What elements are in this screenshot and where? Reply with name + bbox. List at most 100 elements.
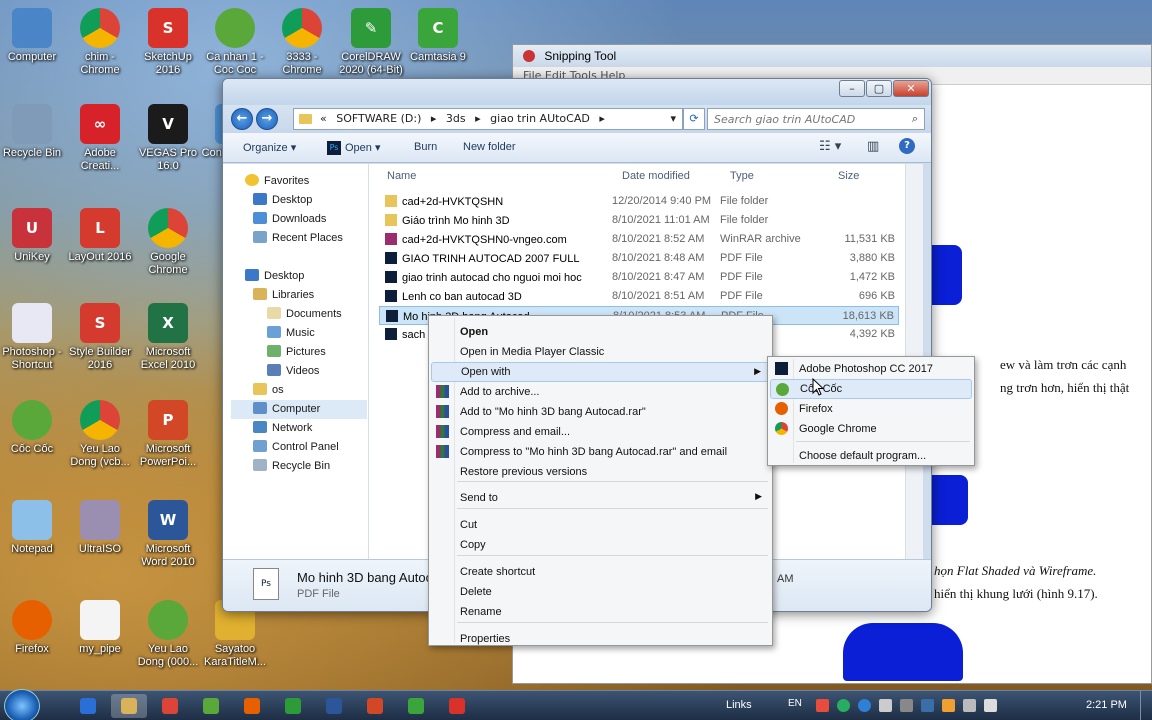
context-menu-item[interactable]: Add to archive... (431, 382, 770, 402)
clock[interactable]: 2:21 PM (1086, 699, 1127, 711)
minimize-button[interactable]: – (839, 80, 865, 97)
nav-control-panel[interactable]: Control Panel (253, 440, 339, 453)
nav-computer[interactable]: Computer (231, 400, 367, 419)
links-toolbar[interactable]: Links (726, 699, 752, 711)
taskbar-app-button[interactable] (398, 694, 434, 718)
desktop-icon-item[interactable]: C Camtasia 9 (404, 8, 472, 64)
search-input[interactable]: Search giao trin AUtoCAD ⌕ (707, 108, 925, 130)
desktop-icon-item[interactable]: Yeu Lao Dong (000... (134, 600, 202, 669)
desktop-icon-item[interactable]: Yeu Lao Dong (vcb... (66, 400, 134, 469)
desktop-icon-item[interactable]: X Microsoft Excel 2010 (134, 303, 202, 372)
view-options-icon[interactable]: ☷ ▾ (819, 139, 841, 154)
tray-app-icon[interactable] (837, 699, 850, 712)
desktop-icon-item[interactable]: chim - Chrome (66, 8, 134, 77)
nav-downloads[interactable]: Downloads (253, 212, 326, 225)
help-icon[interactable]: ? (899, 138, 915, 154)
context-menu-item[interactable]: Open (431, 322, 770, 342)
context-menu-item[interactable]: Open with ▶ (431, 362, 770, 382)
file-row[interactable]: cad+2d-HVKTQSHN0-vngeo.com 8/10/2021 8:52… (379, 230, 899, 249)
back-button[interactable]: ← (231, 108, 253, 130)
chevron-down-icon[interactable]: ▾ (670, 112, 676, 125)
context-menu-item[interactable]: Compress to "Mo hinh 3D bang Autocad.rar… (431, 442, 770, 462)
nav-pictures[interactable]: Pictures (267, 345, 326, 358)
taskbar-app-button[interactable] (234, 694, 270, 718)
desktop-icon-item[interactable]: ∞ Adobe Creati... (66, 104, 134, 173)
open-with-item[interactable]: Adobe Photoshop CC 2017 (770, 359, 972, 379)
column-header-type[interactable]: Type (730, 170, 754, 182)
file-row[interactable]: cad+2d-HVKTQSHN 12/20/2014 9:40 PM File fo… (379, 192, 899, 211)
desktop-icon-item[interactable]: ✎ CorelDRAW 2020 (64-Bit) (337, 8, 405, 77)
open-button[interactable]: Open ▾ (345, 141, 381, 154)
nav-recent-places[interactable]: Recent Places (253, 231, 343, 244)
nav-network[interactable]: Network (253, 421, 312, 434)
tray-app-icon[interactable] (879, 699, 892, 712)
bluetooth-icon[interactable] (858, 699, 871, 712)
desktop-icon-item[interactable]: S Style Builder 2016 (66, 303, 134, 372)
context-menu-item[interactable]: Compress and email... (431, 422, 770, 442)
open-with-item[interactable]: Firefox (770, 399, 972, 419)
tray-app-icon[interactable] (900, 699, 913, 712)
desktop-icon-item[interactable]: my_pipe (66, 600, 134, 656)
desktop-icon-item[interactable]: L LayOut 2016 (66, 208, 134, 264)
nav-favorites[interactable]: Favorites (245, 174, 309, 187)
file-row[interactable]: giao trinh autocad cho nguoi moi hoc 8/10… (379, 268, 899, 287)
nav-videos[interactable]: Videos (267, 364, 319, 377)
context-menu-item[interactable]: Restore previous versions (431, 462, 770, 482)
context-menu-item[interactable]: Add to "Mo hinh 3D bang Autocad.rar" (431, 402, 770, 422)
open-with-item[interactable]: Choose default program... (770, 446, 972, 466)
context-menu-item[interactable]: Send to ▶ (431, 488, 770, 508)
context-menu-item[interactable]: Cut (431, 515, 770, 535)
start-button[interactable] (4, 689, 40, 720)
context-menu-item[interactable]: Create shortcut (431, 562, 770, 582)
network-icon[interactable] (963, 699, 976, 712)
language-indicator[interactable]: EN (788, 698, 802, 709)
desktop-icon-item[interactable]: 3333 - Chrome (268, 8, 336, 77)
taskbar-app-button[interactable] (193, 694, 229, 718)
tray-app-icon[interactable] (942, 699, 955, 712)
file-row[interactable]: Lenh co ban autocad 3D 8/10/2021 8:51 AM P… (379, 287, 899, 306)
snipping-tool-titlebar[interactable]: Snipping Tool (513, 45, 1151, 67)
desktop-icon-item[interactable]: P Microsoft PowerPoi... (134, 400, 202, 469)
breadcrumb-item[interactable]: SOFTWARE (D:) (336, 112, 421, 125)
taskbar-app-button[interactable] (152, 694, 188, 718)
nav-libraries[interactable]: Libraries (253, 288, 314, 301)
desktop-icon-item[interactable]: UltraISO (66, 500, 134, 556)
burn-button[interactable]: Burn (414, 141, 437, 153)
desktop-icon-item[interactable]: Cốc Cốc (0, 400, 66, 456)
desktop-icon-item[interactable]: Google Chrome (134, 208, 202, 277)
explorer-titlebar[interactable]: – ▢ ✕ (223, 79, 931, 105)
breadcrumb-item[interactable]: giao trin AUtoCAD (490, 112, 590, 125)
desktop-icon-item[interactable]: V VEGAS Pro 16.0 (134, 104, 202, 173)
taskbar-app-button[interactable] (357, 694, 393, 718)
refresh-button[interactable]: ⟳ (683, 108, 705, 130)
file-row[interactable]: GIAO TRINH AUTOCAD 2007 FULL 8/10/2021 8:… (379, 249, 899, 268)
context-menu-item[interactable]: Delete (431, 582, 770, 602)
open-with-item[interactable]: Google Chrome (770, 419, 972, 439)
nav-recycle-bin[interactable]: Recycle Bin (253, 459, 330, 472)
desktop-icon-item[interactable]: Computer (0, 8, 66, 64)
desktop-icon-item[interactable]: W Microsoft Word 2010 (134, 500, 202, 569)
open-with-item[interactable]: Cốc Cốc (770, 379, 972, 399)
desktop-icon-item[interactable]: S SketchUp 2016 (134, 8, 202, 77)
taskbar-app-button[interactable] (439, 694, 475, 718)
show-desktop-button[interactable] (1140, 691, 1152, 720)
desktop-icon-item[interactable]: Recycle Bin (0, 104, 66, 160)
tray-app-icon[interactable] (816, 699, 829, 712)
taskbar-app-button[interactable] (70, 694, 106, 718)
taskbar-app-button[interactable] (111, 694, 147, 718)
desktop-icon-item[interactable]: Ca nhan 1 - Coc Coc (201, 8, 269, 77)
preview-pane-icon[interactable]: ▥ (867, 139, 879, 154)
forward-button[interactable]: → (256, 108, 278, 130)
nav-desktop[interactable]: Desktop (253, 193, 312, 206)
taskbar-app-button[interactable] (316, 694, 352, 718)
nav-desktop-root[interactable]: Desktop (245, 269, 304, 282)
column-header-date[interactable]: Date modified (622, 170, 690, 182)
close-button[interactable]: ✕ (893, 80, 929, 97)
nav-documents[interactable]: Documents (267, 307, 342, 320)
address-bar[interactable]: « SOFTWARE (D:) ▸ 3ds ▸ giao trin AUtoCA… (293, 108, 683, 130)
taskbar-app-button[interactable] (275, 694, 311, 718)
context-menu-item[interactable]: Rename (431, 602, 770, 622)
context-menu-item[interactable]: Properties (431, 629, 770, 649)
desktop-icon-item[interactable]: Photoshop - Shortcut (0, 303, 66, 372)
nav-os[interactable]: os (253, 383, 284, 396)
